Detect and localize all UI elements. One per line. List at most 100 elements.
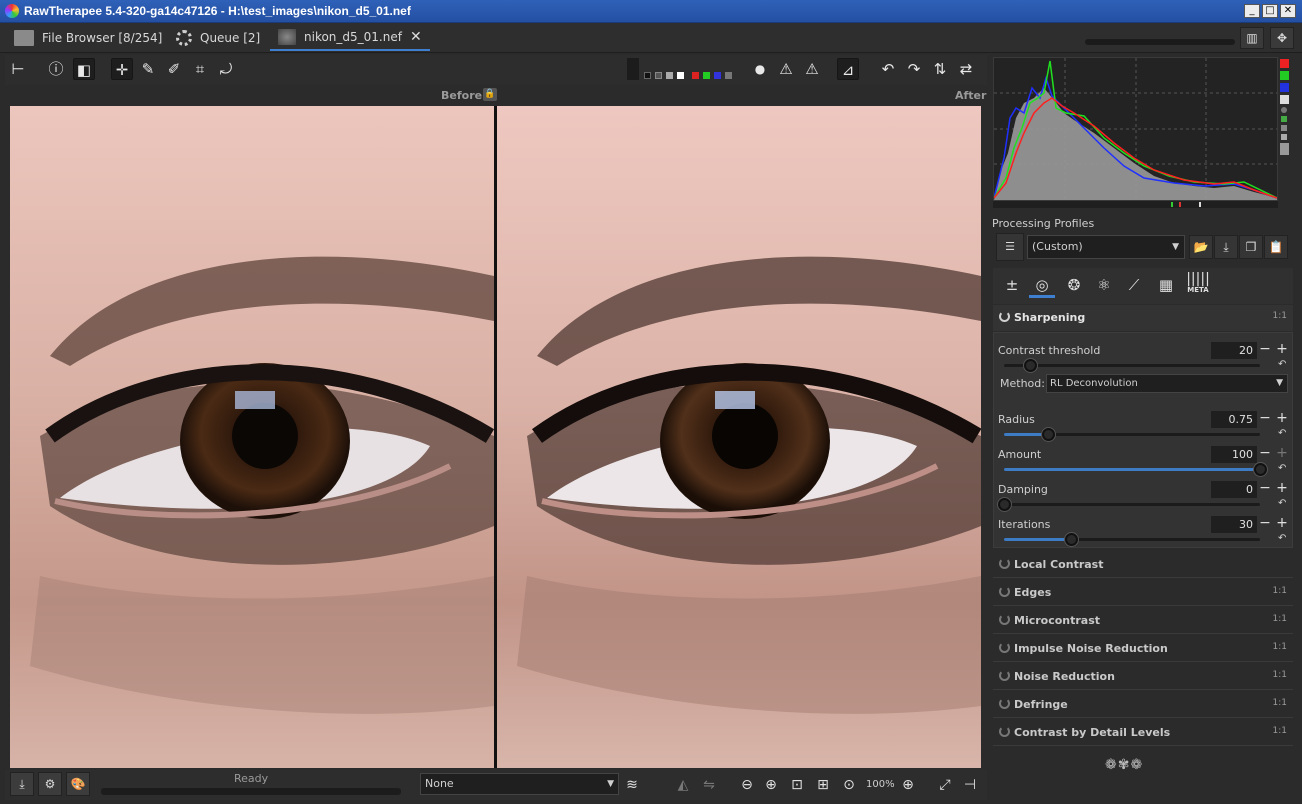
radius-track[interactable]: [1004, 428, 1260, 441]
toggle-panel-icon[interactable]: ⊿: [837, 58, 859, 80]
advanced-tab-icon[interactable]: ⚛: [1091, 272, 1117, 298]
histogram-luminance-toggle[interactable]: [1280, 95, 1289, 104]
profile-list-icon[interactable]: ☰: [996, 233, 1024, 261]
tab-queue[interactable]: Queue [2]: [168, 25, 268, 51]
power-icon[interactable]: [999, 726, 1010, 737]
noise-reduction-header[interactable]: Noise Reduction 1:1: [993, 664, 1293, 690]
before-preview-image[interactable]: [10, 106, 494, 768]
iterations-plus[interactable]: +: [1275, 515, 1289, 531]
amount-knob[interactable]: [1254, 463, 1267, 476]
navigator-target-select[interactable]: None ▼: [420, 773, 619, 795]
impulse-noise-reduction-header[interactable]: Impulse Noise Reduction 1:1: [993, 636, 1293, 662]
color-picker-icon[interactable]: ✐: [163, 58, 185, 80]
straighten-icon[interactable]: ⤾: [215, 58, 237, 80]
minimize-button[interactable]: _: [1244, 4, 1260, 18]
zoom-100-icon[interactable]: ⊙: [839, 775, 859, 795]
histogram-bar-toggle[interactable]: [1281, 125, 1287, 131]
info-icon[interactable]: ⓘ: [45, 58, 67, 80]
hand-tool-icon[interactable]: ✛: [111, 58, 133, 80]
save-profile-icon[interactable]: ⤓: [1214, 235, 1238, 259]
method-select[interactable]: RL Deconvolution ▼: [1046, 374, 1288, 393]
rotate-left-icon[interactable]: ↶: [877, 58, 899, 80]
close-window-button[interactable]: ✕: [1280, 4, 1296, 18]
fullscreen-move-icon[interactable]: ✥: [1270, 27, 1294, 49]
new-detail-window-icon[interactable]: ⊕: [898, 775, 918, 795]
focus-mask-icon[interactable]: [644, 72, 651, 79]
iterations-knob[interactable]: [1064, 533, 1078, 546]
histogram-blue-toggle[interactable]: [1280, 83, 1289, 92]
metadata-tab-icon[interactable]: ||||| META: [1185, 272, 1211, 298]
power-icon[interactable]: [999, 614, 1010, 625]
contrast-by-detail-levels-header[interactable]: Contrast by Detail Levels 1:1: [993, 720, 1293, 746]
blue-channel-icon[interactable]: [714, 72, 721, 79]
damping-knob[interactable]: [998, 498, 1011, 511]
histogram-mode-icon[interactable]: ≋: [622, 775, 642, 795]
power-icon[interactable]: [999, 558, 1010, 569]
histogram-red-toggle[interactable]: [1280, 59, 1289, 68]
profile-select[interactable]: (Custom) ▼: [1027, 235, 1185, 259]
paste-profile-icon[interactable]: 📋: [1264, 235, 1288, 259]
maximize-button[interactable]: □: [1262, 4, 1278, 18]
histogram-green-toggle[interactable]: [1280, 71, 1289, 80]
detail-tab-icon[interactable]: ◎: [1029, 272, 1055, 298]
zoom-out-icon[interactable]: ⊖: [737, 775, 757, 795]
reset-icon[interactable]: ↶: [1278, 533, 1286, 544]
damping-value[interactable]: 0: [1211, 481, 1257, 498]
sharpening-header[interactable]: Sharpening 1:1: [993, 305, 1293, 331]
power-icon[interactable]: [999, 642, 1010, 653]
hide-toolbar-icon[interactable]: ⊣: [960, 775, 980, 795]
amount-plus[interactable]: +: [1275, 445, 1289, 461]
transform-tab-icon[interactable]: ⟋: [1121, 272, 1147, 298]
contrast-threshold-minus[interactable]: −: [1258, 341, 1272, 357]
histogram-raw-toggle[interactable]: [1281, 116, 1287, 122]
damping-minus[interactable]: −: [1258, 480, 1272, 496]
microcontrast-header[interactable]: Microcontrast 1:1: [993, 608, 1293, 634]
damping-plus[interactable]: +: [1275, 480, 1289, 496]
iterations-track[interactable]: [1004, 533, 1260, 546]
contrast-threshold-plus[interactable]: +: [1275, 341, 1289, 357]
copy-profile-icon[interactable]: ❐: [1239, 235, 1263, 259]
after-preview-image[interactable]: [497, 106, 981, 768]
zoom-in-icon[interactable]: ⊕: [761, 775, 781, 795]
radius-plus[interactable]: +: [1275, 410, 1289, 426]
luminance-preview-icon[interactable]: [655, 72, 662, 79]
reset-icon[interactable]: ↶: [1278, 359, 1286, 370]
zoom-fit-icon[interactable]: ⊡: [787, 775, 807, 795]
iterations-minus[interactable]: −: [1258, 515, 1272, 531]
histogram-full-toggle[interactable]: [1281, 134, 1287, 140]
save-image-icon[interactable]: ⤓: [10, 772, 34, 796]
flip-vertical-icon[interactable]: ⇅: [929, 58, 951, 80]
amount-value[interactable]: 100: [1211, 446, 1257, 463]
close-tab-icon[interactable]: ✕: [410, 29, 422, 45]
shadow-clipping-warning-icon[interactable]: ⚠: [775, 58, 797, 80]
white-balance-picker-icon[interactable]: ✎: [137, 58, 159, 80]
flip-horizontal-icon[interactable]: ⇄: [955, 58, 977, 80]
fullscreen-icon[interactable]: ⤢: [935, 775, 955, 795]
histogram-mode-toggle[interactable]: [1280, 143, 1289, 155]
lock-icon[interactable]: 🔒: [483, 88, 497, 101]
white-preview-icon[interactable]: [677, 72, 684, 79]
contrast-threshold-track[interactable]: [1004, 359, 1260, 372]
power-icon[interactable]: [999, 670, 1010, 681]
power-icon[interactable]: [999, 586, 1010, 597]
damping-track[interactable]: [998, 498, 1260, 511]
send-to-editor-icon[interactable]: 🎨: [66, 772, 90, 796]
power-icon[interactable]: [999, 311, 1010, 322]
all-channels-icon[interactable]: [725, 72, 732, 79]
tab-file-browser[interactable]: File Browser [8/254]: [6, 25, 170, 51]
exposure-tab-icon[interactable]: ±: [999, 272, 1025, 298]
green-channel-icon[interactable]: [703, 72, 710, 79]
editor-layout-icon[interactable]: ▥: [1240, 27, 1264, 49]
clipping-indicator-icon[interactable]: ●: [749, 58, 771, 80]
red-channel-icon[interactable]: [692, 72, 699, 79]
zoom-fit-crop-icon[interactable]: ⊞: [813, 775, 833, 795]
contrast-threshold-knob[interactable]: [1023, 359, 1037, 372]
reset-icon[interactable]: ↶: [1278, 463, 1286, 474]
tab-editor[interactable]: nikon_d5_01.nef ✕: [270, 25, 430, 51]
iterations-value[interactable]: 30: [1211, 516, 1257, 533]
local-contrast-header[interactable]: Local Contrast: [993, 552, 1293, 578]
crop-icon[interactable]: ⌗: [189, 58, 211, 80]
radius-minus[interactable]: −: [1258, 410, 1272, 426]
queue-add-icon[interactable]: ⚙: [38, 772, 62, 796]
highlight-clipping-warning-icon[interactable]: ⚠: [801, 58, 823, 80]
